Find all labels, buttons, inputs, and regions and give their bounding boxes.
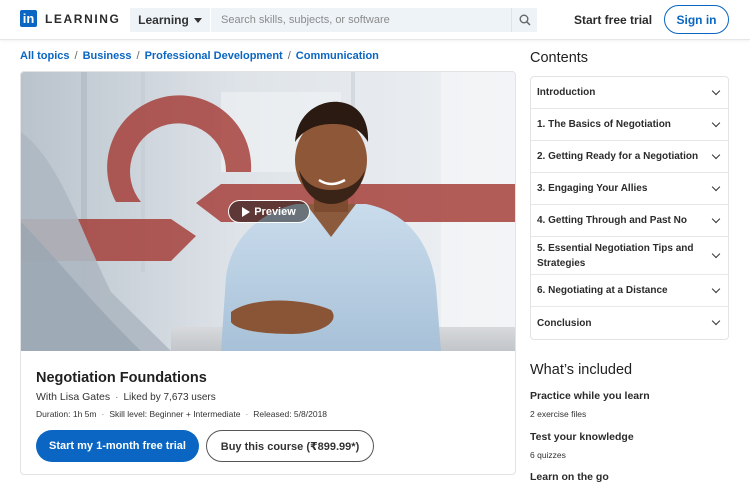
start-free-trial-link[interactable]: Start free trial — [574, 13, 652, 27]
chevron-down-icon — [711, 118, 721, 127]
separator-dot: · — [115, 391, 119, 403]
toc-item-label: 5. Essential Negotiation Tips and Strate… — [537, 242, 694, 269]
search-bar — [211, 8, 537, 32]
search-icon — [519, 14, 531, 26]
chevron-down-icon — [711, 316, 721, 326]
course-released: Released: 5/8/2018 — [253, 409, 328, 419]
toc-item-label: 6. Negotiating at a Distance — [537, 285, 668, 296]
course-hero-image[interactable]: Preview — [21, 72, 515, 351]
course-card: Preview Negotiation Foundations With Lis… — [20, 71, 516, 475]
sign-in-button[interactable]: Sign in — [664, 5, 729, 34]
whats-included-heading: What’s included — [530, 362, 633, 378]
start-free-trial-button[interactable]: Start my 1-month free trial — [36, 430, 199, 462]
toc-item-label: Introduction — [537, 87, 596, 98]
logo-text: LEARNING — [45, 11, 121, 26]
chevron-down-icon — [711, 86, 721, 95]
preview-label: Preview — [254, 205, 296, 218]
included-item-detail: 2 exercise files — [530, 409, 587, 419]
chevron-down-icon — [711, 284, 721, 293]
course-skill-level: Skill level: Beginner + Intermediate — [109, 409, 241, 419]
toc-item-label: 4. Getting Through and Past No — [537, 215, 687, 226]
included-item-heading: Learn on the go — [530, 471, 609, 483]
toc-item-introduction[interactable]: Introduction — [531, 77, 728, 109]
toc-item-label: 1. The Basics of Negotiation — [537, 119, 671, 130]
course-likes: Liked by 7,673 users — [123, 391, 216, 403]
toc-item-chapter-1[interactable]: 1. The Basics of Negotiation — [531, 109, 728, 141]
course-author-line: With Lisa Gates · Liked by 7,673 users — [36, 391, 216, 403]
toc-item-chapter-3[interactable]: 3. Engaging Your Allies — [531, 173, 728, 205]
included-item-detail: 6 quizzes — [530, 450, 566, 460]
breadcrumb-communication[interactable]: Communication — [296, 50, 379, 62]
top-header: in LEARNING Learning Start free trial Si… — [0, 0, 750, 40]
learning-dropdown[interactable]: Learning — [130, 8, 210, 32]
course-duration: Duration: 1h 5m — [36, 409, 97, 419]
play-icon — [242, 206, 251, 217]
breadcrumb-separator: / — [74, 50, 78, 62]
toc-item-chapter-4[interactable]: 4. Getting Through and Past No — [531, 205, 728, 237]
chevron-down-icon — [711, 249, 721, 258]
buy-course-button[interactable]: Buy this course (₹899.99*) — [206, 430, 374, 462]
breadcrumb-all-topics[interactable]: All topics — [20, 50, 70, 62]
breadcrumb-professional-development[interactable]: Professional Development — [145, 50, 283, 62]
caret-down-icon — [193, 17, 202, 23]
breadcrumb-separator: / — [287, 50, 291, 62]
included-item-heading: Test your knowledge — [530, 431, 634, 443]
course-author[interactable]: With Lisa Gates — [36, 391, 110, 403]
included-item-heading: Practice while you learn — [530, 390, 650, 402]
course-title: Negotiation Foundations — [36, 370, 207, 386]
separator-dot: · — [101, 409, 105, 419]
search-input[interactable] — [221, 14, 506, 26]
chevron-down-icon — [711, 214, 721, 223]
toc-item-label: 3. Engaging Your Allies — [537, 183, 648, 194]
contents-heading: Contents — [530, 50, 589, 66]
toc-item-chapter-6[interactable]: 6. Negotiating at a Distance — [531, 275, 728, 307]
toc-item-label: 2. Getting Ready for a Negotiation — [537, 151, 699, 162]
toc-item-chapter-5[interactable]: 5. Essential Negotiation Tips and Strate… — [531, 237, 728, 275]
learning-dropdown-label: Learning — [138, 13, 189, 27]
preview-button[interactable]: Preview — [228, 200, 310, 223]
chevron-down-icon — [711, 182, 721, 191]
toc-item-chapter-2[interactable]: 2. Getting Ready for a Negotiation — [531, 141, 728, 173]
course-meta-line: Duration: 1h 5m · Skill level: Beginner … — [36, 409, 327, 419]
separator-dot: · — [245, 409, 249, 419]
contents-list: Introduction 1. The Basics of Negotiatio… — [530, 76, 729, 340]
breadcrumb-separator: / — [136, 50, 140, 62]
search-button[interactable] — [511, 8, 537, 32]
breadcrumb-business[interactable]: Business — [83, 50, 132, 62]
linkedin-in-icon: in — [20, 10, 37, 27]
linkedin-learning-logo[interactable]: in LEARNING — [20, 10, 120, 27]
toc-item-conclusion[interactable]: Conclusion — [531, 307, 728, 339]
breadcrumb: All topics / Business / Professional Dev… — [20, 50, 379, 62]
toc-item-label: Conclusion — [537, 317, 592, 329]
chevron-down-icon — [711, 150, 721, 159]
